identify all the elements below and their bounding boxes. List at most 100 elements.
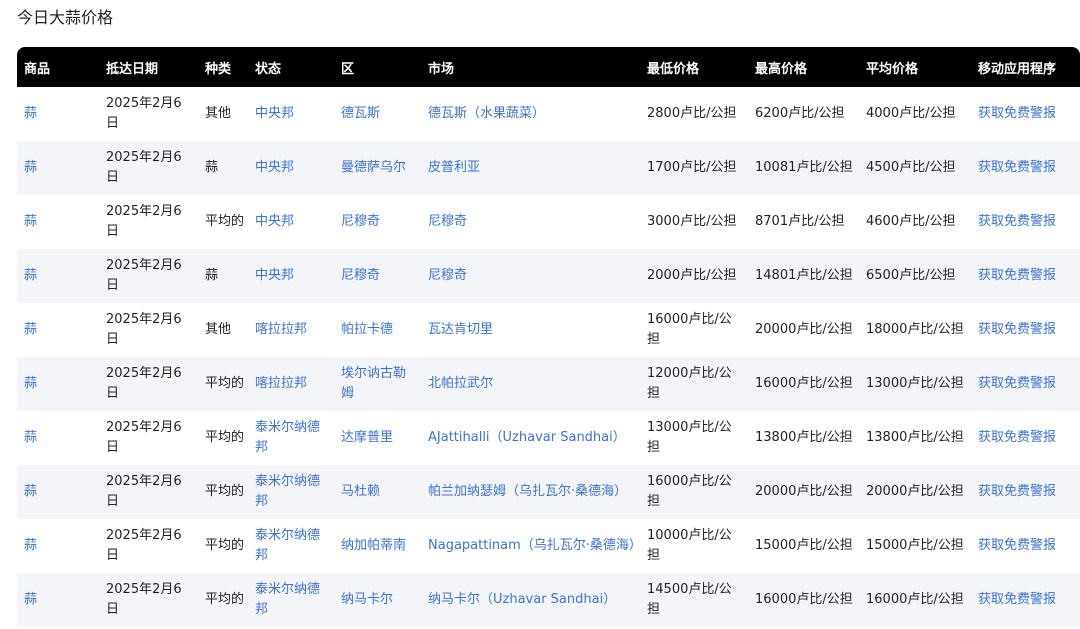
table-cell: 蒜 xyxy=(198,249,248,303)
commodity-link[interactable]: 蒜 xyxy=(24,106,37,121)
get-free-alerts-link[interactable]: 获取免费警报 xyxy=(978,592,1056,607)
avg-price-cell: 20000卢比/公担 xyxy=(866,484,964,499)
market-link[interactable]: 北帕拉武尔 xyxy=(428,376,493,391)
table-cell: 中央邦 xyxy=(248,141,334,195)
district-link[interactable]: 尼穆奇 xyxy=(341,214,380,229)
commodity-link[interactable]: 蒜 xyxy=(24,592,37,607)
market-link[interactable]: 尼穆奇 xyxy=(428,268,467,283)
get-free-alerts-link[interactable]: 获取免费警报 xyxy=(978,214,1056,229)
table-cell: 平均的 xyxy=(198,573,248,627)
table-cell: 4600卢比/公担 xyxy=(859,195,971,249)
get-free-alerts-link[interactable]: 获取免费警报 xyxy=(978,376,1056,391)
state-link[interactable]: 中央邦 xyxy=(255,106,294,121)
variety-cell: 蒜 xyxy=(205,160,219,175)
commodity-link[interactable]: 蒜 xyxy=(24,484,37,499)
table-cell: 蒜 xyxy=(17,357,99,411)
state-link[interactable]: 中央邦 xyxy=(255,160,294,175)
table-cell: 尼穆奇 xyxy=(334,195,421,249)
market-link[interactable]: 德瓦斯（水果蔬菜） xyxy=(428,106,545,121)
state-link[interactable]: 泰米尔纳德邦 xyxy=(255,474,320,509)
arrival-date-cell: 2025年2月6日 xyxy=(106,420,182,455)
market-link[interactable]: 皮普利亚 xyxy=(428,160,480,175)
state-link[interactable]: 中央邦 xyxy=(255,268,294,283)
min-price-cell: 2000卢比/公担 xyxy=(647,268,737,283)
state-link[interactable]: 喀拉拉邦 xyxy=(255,322,307,337)
table-cell: 蒜 xyxy=(17,141,99,195)
district-link[interactable]: 埃尔讷古勒姆 xyxy=(341,366,406,401)
district-link[interactable]: 曼德萨乌尔 xyxy=(341,160,406,175)
table-cell: 获取免费警报 xyxy=(971,573,1080,627)
min-price-cell: 3000卢比/公担 xyxy=(647,214,737,229)
get-free-alerts-link[interactable]: 获取免费警报 xyxy=(978,106,1056,121)
table-cell: 4000卢比/公担 xyxy=(859,87,971,141)
arrival-date-cell: 2025年2月6日 xyxy=(106,474,182,509)
variety-cell: 平均的 xyxy=(205,214,245,229)
arrival-date-cell: 2025年2月6日 xyxy=(106,96,182,131)
state-link[interactable]: 泰米尔纳德邦 xyxy=(255,420,320,455)
table-cell: 马杜赖 xyxy=(334,465,421,519)
variety-cell: 平均的 xyxy=(205,538,245,553)
commodity-link[interactable]: 蒜 xyxy=(24,430,37,445)
table-cell: 2025年2月6日 xyxy=(99,195,198,249)
market-link[interactable]: Nagapattinam（乌扎瓦尔·桑德海） xyxy=(428,538,642,553)
table-cell: 纳加帕蒂南 xyxy=(334,519,421,573)
get-free-alerts-link[interactable]: 获取免费警报 xyxy=(978,322,1056,337)
table-cell: 获取免费警报 xyxy=(971,303,1080,357)
avg-price-cell: 6500卢比/公担 xyxy=(866,268,956,283)
table-cell: 获取免费警报 xyxy=(971,87,1080,141)
table-cell: 平均的 xyxy=(198,357,248,411)
commodity-link[interactable]: 蒜 xyxy=(24,322,37,337)
header-mobile-app: 移动应用程序 xyxy=(971,47,1080,87)
district-link[interactable]: 纳马卡尔 xyxy=(341,592,393,607)
commodity-link[interactable]: 蒜 xyxy=(24,160,37,175)
table-cell: 中央邦 xyxy=(248,249,334,303)
commodity-link[interactable]: 蒜 xyxy=(24,376,37,391)
get-free-alerts-link[interactable]: 获取免费警报 xyxy=(978,268,1056,283)
market-link[interactable]: AJattihalli（Uzhavar Sandhai） xyxy=(428,430,626,445)
district-link[interactable]: 帕拉卡德 xyxy=(341,322,393,337)
min-price-cell: 1700卢比/公担 xyxy=(647,160,737,175)
commodity-link[interactable]: 蒜 xyxy=(24,268,37,283)
district-link[interactable]: 马杜赖 xyxy=(341,484,380,499)
market-link[interactable]: 帕兰加纳瑟姆（乌扎瓦尔·桑德海） xyxy=(428,484,627,499)
table-cell: 平均的 xyxy=(198,519,248,573)
market-link[interactable]: 纳马卡尔（Uzhavar Sandhai） xyxy=(428,592,616,607)
district-link[interactable]: 纳加帕蒂南 xyxy=(341,538,406,553)
table-cell: 尼穆奇 xyxy=(421,249,640,303)
table-cell: 获取免费警报 xyxy=(971,141,1080,195)
table-cell: 15000卢比/公担 xyxy=(748,519,859,573)
table-cell: 北帕拉武尔 xyxy=(421,357,640,411)
district-link[interactable]: 德瓦斯 xyxy=(341,106,380,121)
table-cell: 获取免费警报 xyxy=(971,195,1080,249)
table-cell: 德瓦斯（水果蔬菜） xyxy=(421,87,640,141)
table-cell: 20000卢比/公担 xyxy=(859,465,971,519)
header-avg-price: 平均价格 xyxy=(859,47,971,87)
district-link[interactable]: 尼穆奇 xyxy=(341,268,380,283)
market-link[interactable]: 尼穆奇 xyxy=(428,214,467,229)
state-link[interactable]: 中央邦 xyxy=(255,214,294,229)
get-free-alerts-link[interactable]: 获取免费警报 xyxy=(978,484,1056,499)
market-link[interactable]: 瓦达肯切里 xyxy=(428,322,493,337)
min-price-cell: 16000卢比/公担 xyxy=(647,474,732,509)
get-free-alerts-link[interactable]: 获取免费警报 xyxy=(978,160,1056,175)
header-variety: 种类 xyxy=(198,47,248,87)
state-link[interactable]: 泰米尔纳德邦 xyxy=(255,528,320,563)
get-free-alerts-link[interactable]: 获取免费警报 xyxy=(978,538,1056,553)
get-free-alerts-link[interactable]: 获取免费警报 xyxy=(978,430,1056,445)
max-price-cell: 16000卢比/公担 xyxy=(755,376,853,391)
table-cell: 蒜 xyxy=(17,87,99,141)
min-price-cell: 13000卢比/公担 xyxy=(647,420,732,455)
table-cell: 平均的 xyxy=(198,411,248,465)
commodity-link[interactable]: 蒜 xyxy=(24,538,37,553)
table-cell: 获取免费警报 xyxy=(971,249,1080,303)
commodity-link[interactable]: 蒜 xyxy=(24,214,37,229)
district-link[interactable]: 达摩普里 xyxy=(341,430,393,445)
table-cell: 皮普利亚 xyxy=(421,141,640,195)
state-link[interactable]: 泰米尔纳德邦 xyxy=(255,582,320,617)
table-cell: 6200卢比/公担 xyxy=(748,87,859,141)
arrival-date-cell: 2025年2月6日 xyxy=(106,312,182,347)
table-cell: 纳马卡尔 xyxy=(334,573,421,627)
table-cell: 蒜 xyxy=(17,411,99,465)
table-cell: 10000卢比/公担 xyxy=(640,519,748,573)
state-link[interactable]: 喀拉拉邦 xyxy=(255,376,307,391)
